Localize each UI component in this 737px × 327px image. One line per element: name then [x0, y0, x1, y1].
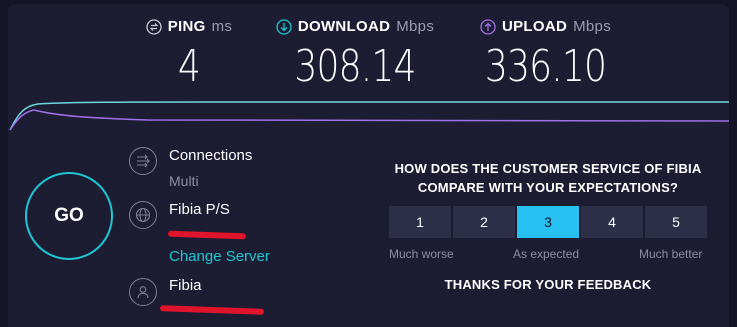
upload-graph-line: [9, 109, 729, 131]
upload-value: 336.10: [484, 41, 607, 92]
go-button[interactable]: GO: [25, 172, 113, 260]
provider-name: Fibia: [169, 277, 202, 294]
upload-metric: UPLOAD Mbps 336.10: [463, 18, 628, 89]
scale-mid-label: As expected: [513, 247, 580, 261]
download-label: DOWNLOAD: [297, 18, 391, 35]
scale-low-label: Much worse: [389, 247, 454, 261]
ping-label: PING: [167, 18, 206, 35]
redaction-mark: [159, 305, 265, 315]
rating-option-5[interactable]: 5: [645, 206, 707, 238]
change-server-link[interactable]: Change Server: [169, 248, 270, 265]
download-unit: Mbps: [396, 18, 435, 35]
ping-metric: PING ms 4: [134, 18, 244, 89]
scale-high-label: Much better: [639, 247, 703, 261]
ping-value: 4: [177, 41, 201, 92]
redaction-mark: [167, 230, 247, 240]
rating-option-4[interactable]: 4: [581, 206, 643, 238]
download-graph-line: [9, 101, 729, 131]
user-icon: [129, 278, 157, 306]
ping-icon: [146, 18, 162, 35]
upload-icon: [480, 18, 496, 35]
speed-graph: [9, 101, 729, 131]
download-icon: [276, 18, 292, 35]
survey-question: HOW DOES THE CUSTOMER SERVICE OF FIBIA C…: [394, 161, 702, 195]
rating-scale: 12345: [389, 206, 707, 238]
feedback-thanks: THANKS FOR YOUR FEEDBACK: [444, 277, 652, 292]
connections-title: Connections: [169, 147, 253, 164]
connections-mode: Multi: [169, 173, 199, 189]
rating-option-2[interactable]: 2: [453, 206, 515, 238]
rating-option-3[interactable]: 3: [517, 206, 579, 238]
download-value: 308.14: [294, 41, 416, 92]
server-name: Fibia P/S: [169, 201, 230, 218]
download-metric: DOWNLOAD Mbps 308.14: [265, 18, 445, 89]
upload-unit: Mbps: [573, 18, 612, 35]
upload-label: UPLOAD: [501, 18, 568, 35]
connections-icon: [129, 147, 157, 175]
rating-option-1[interactable]: 1: [389, 206, 451, 238]
results-panel: PING ms 4 DOWNLOAD Mbps 308.14 UPLOAD Mb…: [8, 4, 729, 327]
ping-unit: ms: [211, 18, 233, 35]
globe-icon: [129, 201, 157, 229]
